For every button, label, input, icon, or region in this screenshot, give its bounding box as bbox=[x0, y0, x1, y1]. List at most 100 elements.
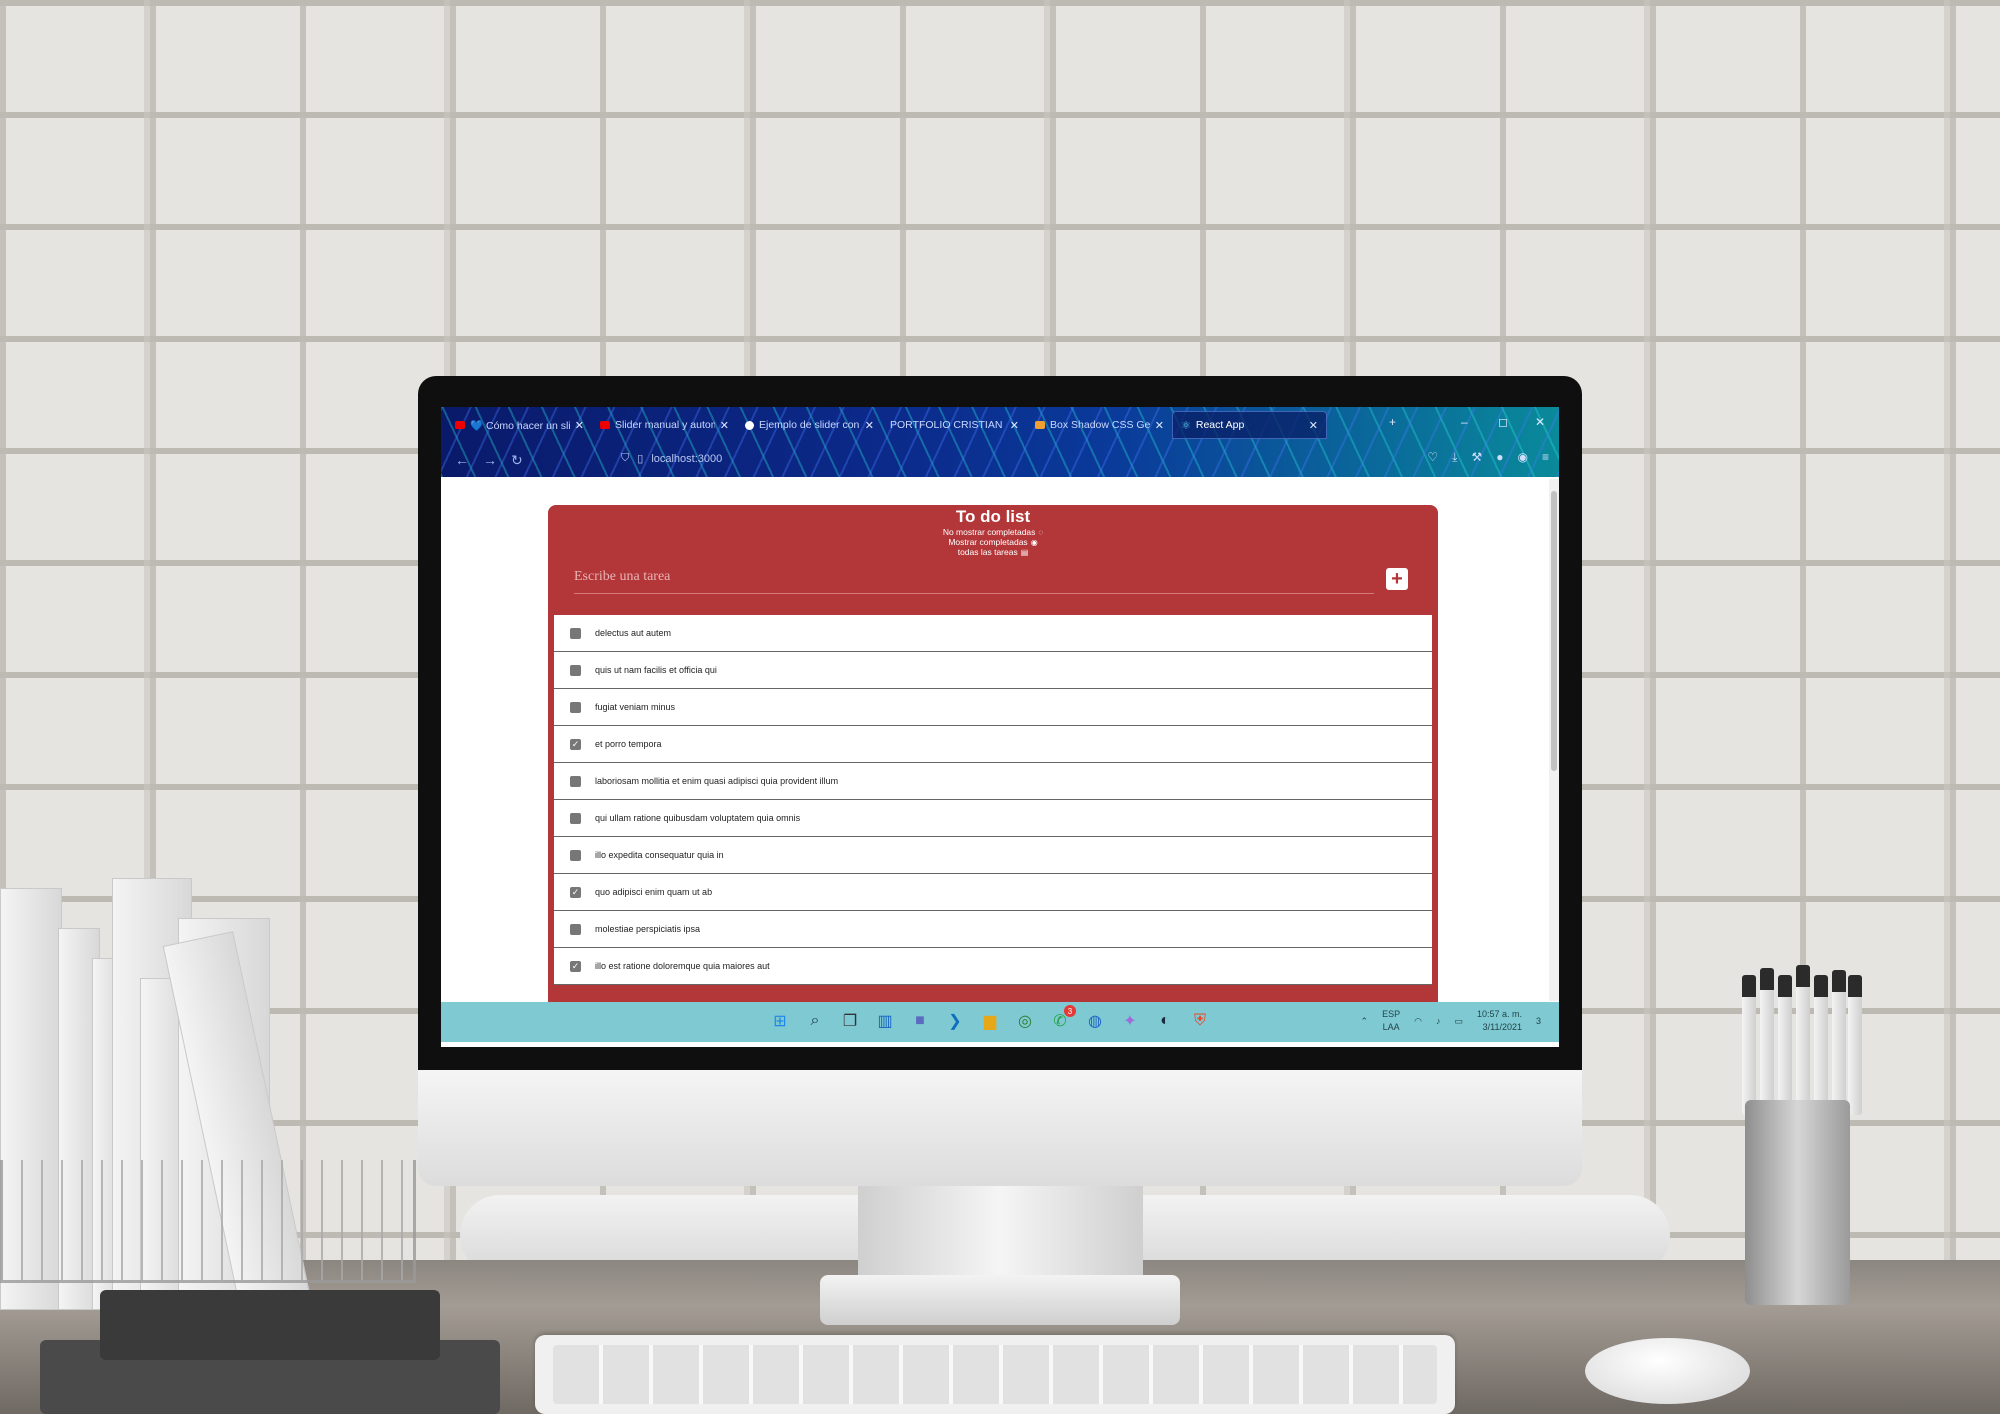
windows-start-icon[interactable]: ⊞ bbox=[769, 1010, 791, 1032]
tab-title: Slider manual y automá bbox=[615, 419, 715, 431]
battery-icon[interactable]: ▭ bbox=[1454, 1016, 1463, 1027]
notification-badge: 3 bbox=[1064, 1005, 1076, 1017]
todo-card: To do list No mostrar completadas ◌ Mostr… bbox=[548, 505, 1438, 1002]
tab-box-shadow[interactable]: Box Shadow CSS Genera ✕ bbox=[1027, 411, 1172, 439]
pencil-cup bbox=[1745, 1100, 1850, 1305]
close-tab-icon[interactable]: ✕ bbox=[1309, 419, 1318, 432]
scrollbar-thumb[interactable] bbox=[1551, 491, 1557, 771]
language-indicator[interactable]: ESP LAA bbox=[1382, 1008, 1400, 1034]
page-scrollbar[interactable] bbox=[1549, 479, 1559, 1001]
eye-slash-icon: ◌ bbox=[1038, 528, 1044, 537]
task-checkbox[interactable] bbox=[570, 923, 581, 935]
browser-chrome: 💙 Cómo hacer un slider ✕ Slider manual y… bbox=[441, 407, 1559, 477]
file-explorer-icon[interactable]: ▆ bbox=[979, 1010, 1001, 1032]
back-arrow-icon[interactable]: ← bbox=[455, 452, 469, 468]
tab-react-app[interactable]: ⚛ React App ✕ bbox=[1172, 411, 1327, 439]
monitor-base bbox=[820, 1275, 1180, 1325]
pencil bbox=[1814, 975, 1828, 1115]
close-tab-icon[interactable]: ✕ bbox=[575, 419, 584, 432]
filter-label: Mostrar completadas bbox=[948, 537, 1028, 547]
codepen-icon bbox=[745, 420, 754, 430]
minimize-button[interactable]: – bbox=[1461, 415, 1468, 429]
task-item: delectus aut autem bbox=[554, 615, 1432, 652]
filter-hide-completed[interactable]: No mostrar completadas ◌ bbox=[548, 527, 1438, 537]
task-list: delectus aut autem quis ut nam facilis e… bbox=[554, 615, 1432, 985]
toolbar-extensions: ♡ ⤓ ⚒ ● ◉ ≡ bbox=[1427, 450, 1549, 465]
task-checkbox[interactable] bbox=[570, 627, 581, 639]
task-checkbox[interactable] bbox=[570, 849, 581, 861]
task-checkbox[interactable] bbox=[570, 775, 581, 787]
notification-count[interactable]: 3 bbox=[1536, 1016, 1541, 1026]
task-checkbox-checked[interactable]: ✓ bbox=[570, 960, 581, 972]
close-tab-icon[interactable]: ✕ bbox=[865, 419, 874, 432]
profile-icon[interactable]: ◉ bbox=[1518, 450, 1528, 465]
react-icon: ⚛ bbox=[1181, 419, 1191, 432]
address-bar[interactable]: ⛉ ▯ localhost:3000 bbox=[621, 452, 722, 465]
task-item: fugiat veniam minus bbox=[554, 689, 1432, 726]
pencil bbox=[1832, 970, 1846, 1110]
search-icon[interactable]: ⌕ bbox=[804, 1010, 826, 1032]
figma-icon[interactable]: ✦ bbox=[1119, 1010, 1141, 1032]
close-window-button[interactable]: ✕ bbox=[1535, 415, 1545, 429]
task-label: molestiae perspiciatis ipsa bbox=[595, 924, 701, 934]
filter-label: No mostrar completadas bbox=[942, 527, 1036, 537]
filter-show-completed[interactable]: Mostrar completadas ◉ bbox=[548, 537, 1438, 547]
download-icon[interactable]: ⤓ bbox=[1452, 450, 1457, 465]
tools-icon[interactable]: ⚒ bbox=[1471, 450, 1482, 465]
brave-icon[interactable]: ⛨ bbox=[1189, 1010, 1211, 1032]
pocket-icon[interactable]: ♡ bbox=[1427, 450, 1438, 465]
maximize-button[interactable]: ◻ bbox=[1498, 415, 1508, 429]
list-icon: ▤ bbox=[1020, 548, 1029, 557]
task-input[interactable] bbox=[574, 569, 1354, 585]
monitor-screen: 💙 Cómo hacer un slider ✕ Slider manual y… bbox=[441, 407, 1559, 1047]
task-label: illo expedita consequatur quia in bbox=[595, 850, 724, 860]
vscode-icon[interactable]: ❯ bbox=[944, 1010, 966, 1032]
tab-codepen-slider[interactable]: Ejemplo de slider con sc ✕ bbox=[737, 411, 882, 439]
task-checkbox[interactable] bbox=[570, 812, 581, 824]
new-tab-button[interactable]: + bbox=[1389, 415, 1396, 429]
language-code: ESP bbox=[1382, 1009, 1401, 1019]
reload-icon[interactable]: ↻ bbox=[511, 452, 523, 469]
notebook bbox=[100, 1290, 440, 1360]
forward-arrow-icon[interactable]: → bbox=[483, 452, 497, 468]
steam-icon[interactable]: ◐ bbox=[1154, 1010, 1176, 1032]
filter-label: todas las tareas bbox=[957, 547, 1018, 557]
page-title: To do list bbox=[955, 507, 1031, 526]
tab-title: React App bbox=[1195, 419, 1245, 431]
wifi-icon[interactable]: ◠ bbox=[1414, 1016, 1422, 1027]
task-view-icon[interactable]: ❐ bbox=[839, 1010, 861, 1032]
filter-all-tasks[interactable]: todas las tareas ▤ bbox=[548, 547, 1438, 557]
task-label: et porro tempora bbox=[595, 739, 662, 749]
keyboard-layout: LAA bbox=[1382, 1022, 1400, 1032]
whatsapp-icon[interactable]: ✆ 3 bbox=[1049, 1005, 1076, 1032]
clock[interactable]: 10:57 a. m. 3/11/2021 bbox=[1477, 1008, 1522, 1034]
volume-icon[interactable]: ♪ bbox=[1436, 1016, 1441, 1026]
monitor-chin bbox=[418, 1068, 1582, 1186]
close-tab-icon[interactable]: ✕ bbox=[720, 419, 729, 432]
task-checkbox-checked[interactable]: ✓ bbox=[570, 738, 581, 750]
task-item: qui ullam ratione quibusdam voluptatem q… bbox=[554, 800, 1432, 837]
system-tray: ⌃ ESP LAA ◠ ♪ ▭ 10:57 a. m. 3/11/2021 3 bbox=[1361, 1008, 1541, 1034]
pencil bbox=[1796, 965, 1810, 1105]
firefox-icon[interactable]: ◍ bbox=[1084, 1010, 1106, 1032]
windows-taskbar: ⊞ ⌕ ❐ ▥ ■ ❯ ▆ ◎ ✆ 3 ◍ ✦ ◐ ⛨ ⌃ ESP LAA ◠ ♪… bbox=[441, 1002, 1559, 1042]
tab-youtube-slider[interactable]: 💙 Cómo hacer un slider ✕ bbox=[447, 411, 592, 439]
close-tab-icon[interactable]: ✕ bbox=[1010, 419, 1019, 432]
menu-icon[interactable]: ≡ bbox=[1542, 450, 1549, 465]
widgets-icon[interactable]: ▥ bbox=[874, 1010, 896, 1032]
task-label: delectus aut autem bbox=[595, 628, 672, 638]
tab-youtube-slider-manual[interactable]: Slider manual y automá ✕ bbox=[592, 411, 737, 439]
chevron-up-icon[interactable]: ⌃ bbox=[1361, 1016, 1369, 1027]
task-label: laboriosam mollitia et enim quasi adipis… bbox=[595, 776, 839, 786]
add-task-button[interactable]: + bbox=[1386, 568, 1408, 590]
task-checkbox[interactable] bbox=[570, 664, 581, 676]
tab-portfolio[interactable]: PORTFOLIO CRISTIAN MOR ✕ bbox=[882, 411, 1027, 439]
extension-icon[interactable]: ● bbox=[1496, 450, 1503, 465]
teams-icon[interactable]: ■ bbox=[909, 1010, 931, 1032]
task-checkbox[interactable] bbox=[570, 701, 581, 713]
close-tab-icon[interactable]: ✕ bbox=[1155, 419, 1164, 432]
task-checkbox-checked[interactable]: ✓ bbox=[570, 886, 581, 898]
chrome-icon[interactable]: ◎ bbox=[1014, 1010, 1036, 1032]
wire-basket bbox=[0, 1160, 416, 1283]
task-label: quis ut nam facilis et officia qui bbox=[595, 665, 717, 675]
